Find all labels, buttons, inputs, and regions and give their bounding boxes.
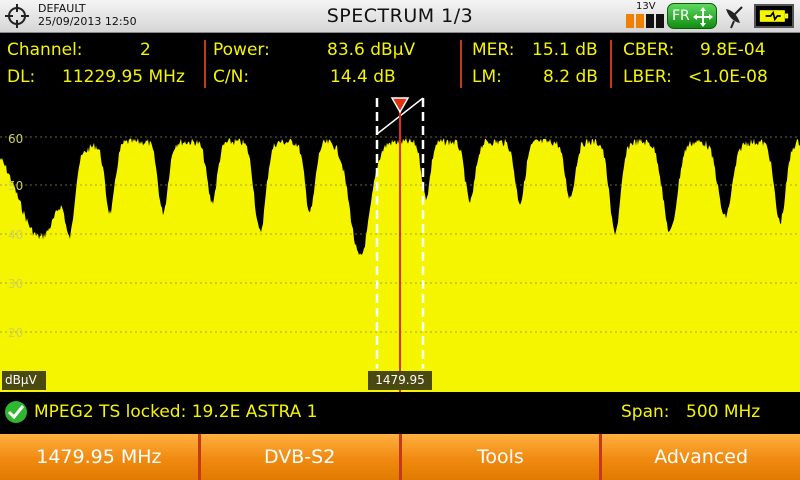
lnb-voltage: 13V — [636, 1, 656, 12]
title-bar: DEFAULT 25/09/2013 12:50 SPECTRUM 1/3 13… — [0, 0, 800, 33]
cn-value: 14.4 dB — [330, 67, 396, 87]
y-tick-label: 40 — [8, 228, 23, 242]
battery-level-icon — [626, 14, 664, 28]
mer-value: 15.1 dB — [532, 40, 598, 60]
y-tick-label: 20 — [8, 326, 23, 340]
tools-button[interactable]: Tools — [401, 434, 603, 480]
y-tick-label: 50 — [8, 179, 23, 193]
status-bar: MPEG2 TS locked: 19.2E ASTRA 1 Span: 500… — [0, 395, 800, 431]
cber-value: 9.8E-04 — [700, 40, 766, 60]
move-arrows-icon — [693, 7, 713, 27]
channel-value: 2 — [140, 40, 151, 60]
lber-value: <1.0E-08 — [688, 67, 768, 87]
y-tick-label: 30 — [8, 277, 23, 291]
marker-frequency-label: 1479.95 — [368, 371, 432, 390]
satellite-dish-icon — [726, 6, 743, 29]
span-label: Span: — [621, 402, 670, 422]
softkey-bar: 1479.95 MHz DVB-S2 Tools Advanced — [0, 434, 800, 480]
spectrum-display[interactable]: 60 50 40 30 20 — [0, 94, 800, 392]
standard-button[interactable]: DVB-S2 — [200, 434, 402, 480]
channel-label: Channel: — [7, 40, 83, 60]
power-label: Power: — [213, 40, 270, 60]
cber-label: CBER: — [623, 40, 675, 60]
lm-label: LM: — [472, 67, 502, 87]
lm-value: 8.2 dB — [543, 67, 598, 87]
check-icon — [5, 401, 27, 423]
dl-label: DL: — [7, 67, 36, 87]
mer-label: MER: — [472, 40, 515, 60]
power-plug-icon — [754, 4, 794, 28]
span-value: 500 MHz — [686, 402, 761, 422]
y-tick-label: 60 — [8, 132, 23, 146]
spectrum-plot[interactable]: 60 50 40 30 20 — [0, 94, 800, 392]
lock-status: MPEG2 TS locked: 19.2E ASTRA 1 — [34, 402, 318, 422]
measurement-panel: Channel: 2 DL: 11229.95 MHz Power: 83.6 … — [0, 34, 800, 94]
advanced-button[interactable]: Advanced — [602, 434, 800, 480]
band-badge-label: FR — [672, 8, 690, 24]
dl-value: 11229.95 MHz — [62, 67, 185, 87]
power-value: 83.6 dBµV — [327, 40, 416, 60]
frequency-button[interactable]: 1479.95 MHz — [0, 434, 201, 480]
cn-label: C/N: — [213, 67, 250, 87]
unit-label: dBµV — [2, 371, 46, 390]
lber-label: LBER: — [623, 67, 672, 87]
band-badge[interactable]: FR — [667, 3, 717, 29]
